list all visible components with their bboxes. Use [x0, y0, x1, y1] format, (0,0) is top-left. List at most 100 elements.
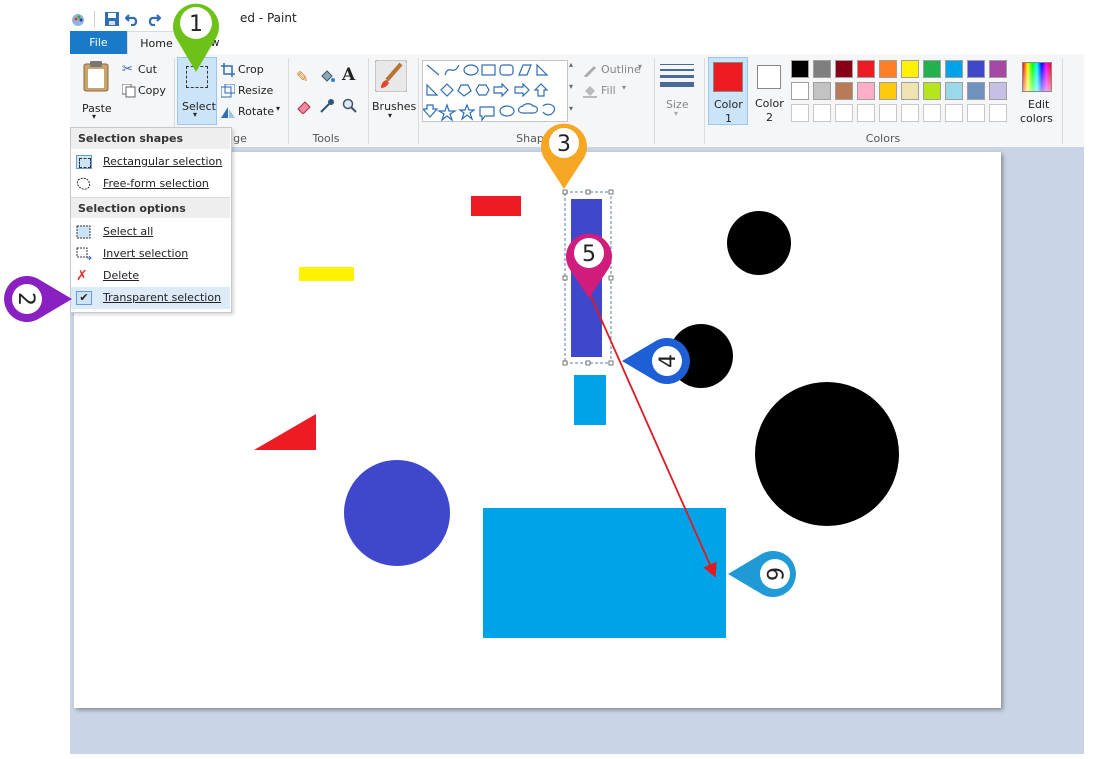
- fill-button[interactable]: Fill ▾: [583, 83, 629, 99]
- marker-2: 2: [4, 276, 73, 322]
- select-dropdown-menu: Selection shapes Rectangular selection F…: [70, 127, 232, 313]
- eraser-icon[interactable]: [296, 98, 312, 114]
- ribbon-tabs: File Home w: [70, 31, 1084, 55]
- palette-swatch[interactable]: [989, 60, 1007, 78]
- color2-label-line2: 2: [766, 111, 773, 124]
- palette-swatch[interactable]: [879, 82, 897, 100]
- black-circle-small-top[interactable]: [727, 211, 791, 275]
- palette-swatch[interactable]: [813, 60, 831, 78]
- palette-swatch[interactable]: [813, 82, 831, 100]
- undo-icon[interactable]: [124, 11, 140, 27]
- brushes-button[interactable]: Brushes ▾: [370, 58, 416, 124]
- palette-swatch[interactable]: [967, 82, 985, 100]
- tab-home[interactable]: Home: [127, 31, 186, 55]
- shapes-scroll-down-icon[interactable]: ▾: [569, 82, 573, 91]
- paint-app-icon[interactable]: [70, 11, 86, 27]
- paste-button[interactable]: Paste ▾: [78, 58, 114, 122]
- shapes-scroll-up-icon[interactable]: ▴: [569, 60, 573, 69]
- crop-button[interactable]: Crop: [221, 62, 267, 78]
- menu-transparent-selection[interactable]: ✔ Transparent selection: [71, 287, 230, 309]
- palette-swatch[interactable]: [989, 104, 1007, 122]
- yellow-rectangle-shape[interactable]: [299, 267, 354, 281]
- cyan-small-rectangle-shape[interactable]: [574, 375, 606, 425]
- palette-swatch[interactable]: [791, 104, 809, 122]
- palette-swatch[interactable]: [945, 82, 963, 100]
- black-circle-large[interactable]: [755, 382, 899, 526]
- black-circle-small-mid[interactable]: [669, 324, 733, 388]
- menu-freeform-selection[interactable]: Free-form selection: [71, 173, 230, 195]
- outline-dropdown-arrow[interactable]: ▾: [638, 62, 642, 71]
- redo-icon[interactable]: [146, 11, 162, 27]
- palette-swatch[interactable]: [945, 60, 963, 78]
- palette-swatch[interactable]: [835, 104, 853, 122]
- size-button[interactable]: Size ▾: [658, 58, 698, 124]
- text-tool-icon[interactable]: A: [342, 65, 355, 85]
- palette-swatch[interactable]: [879, 104, 897, 122]
- palette-swatch[interactable]: [857, 104, 875, 122]
- tab-file[interactable]: File: [70, 31, 127, 54]
- palette-swatch[interactable]: [967, 60, 985, 78]
- palette-swatch[interactable]: [901, 82, 919, 100]
- crop-label: Crop: [238, 63, 264, 76]
- palette-swatch[interactable]: [923, 82, 941, 100]
- menu-invert-selection[interactable]: Invert selection: [71, 243, 230, 265]
- resize-label: Resize: [238, 84, 274, 97]
- resize-button[interactable]: Resize: [221, 83, 273, 99]
- palette-swatch[interactable]: [967, 104, 985, 122]
- select-button[interactable]: Select ▾: [177, 57, 217, 125]
- shapes-scroll[interactable]: ▴ ▾ ▾: [568, 60, 578, 122]
- copy-button[interactable]: Copy: [122, 83, 172, 99]
- palette-swatch[interactable]: [857, 82, 875, 100]
- rect-selection-icon: [76, 155, 92, 169]
- outline-button[interactable]: Outline ▾: [583, 62, 645, 78]
- palette-swatch[interactable]: [945, 104, 963, 122]
- size-dropdown-arrow[interactable]: ▾: [674, 109, 678, 118]
- edit-colors-label-line1: Edit: [1028, 98, 1050, 111]
- shapes-gallery[interactable]: [421, 60, 568, 122]
- menu-select-all[interactable]: Select all: [71, 221, 230, 243]
- red-rectangle-shape[interactable]: [471, 196, 521, 216]
- rotate-dropdown-arrow[interactable]: ▾: [276, 104, 280, 113]
- paste-label: Paste: [82, 102, 112, 115]
- cut-button[interactable]: ✂ Cut: [122, 62, 168, 78]
- palette-swatch[interactable]: [857, 60, 875, 78]
- palette-swatch[interactable]: [923, 104, 941, 122]
- edit-colors-button[interactable]: Edit colors: [1018, 58, 1058, 126]
- cyan-large-rectangle-shape[interactable]: [483, 508, 726, 638]
- palette-swatch[interactable]: [791, 60, 809, 78]
- palette-swatch[interactable]: [989, 82, 1007, 100]
- color-picker-icon[interactable]: [319, 98, 335, 114]
- save-icon[interactable]: [104, 11, 120, 27]
- image-group-label: ge: [233, 132, 247, 145]
- color2-button[interactable]: Color 2: [750, 57, 788, 125]
- tab-view[interactable]: w: [195, 31, 235, 54]
- select-dropdown-arrow[interactable]: ▾: [193, 110, 197, 119]
- fill-dropdown-arrow[interactable]: ▾: [622, 83, 626, 92]
- outline-label: Outline: [601, 63, 641, 76]
- palette-swatch[interactable]: [901, 60, 919, 78]
- blue-bar-shape[interactable]: [571, 199, 602, 357]
- menu-rectangular-selection[interactable]: Rectangular selection: [71, 151, 230, 173]
- menu-delete[interactable]: ✗ Delete: [71, 265, 230, 287]
- rotate-button[interactable]: Rotate ▾: [221, 104, 283, 120]
- brushes-dropdown-arrow[interactable]: ▾: [388, 111, 392, 120]
- pencil-icon[interactable]: ✎: [296, 68, 309, 86]
- blue-circle-shape[interactable]: [344, 460, 450, 566]
- palette-swatch[interactable]: [791, 82, 809, 100]
- color1-button[interactable]: Color 1: [708, 57, 748, 125]
- shapes-expand-icon[interactable]: ▾: [569, 104, 573, 113]
- palette-swatch[interactable]: [879, 60, 897, 78]
- fill-bucket-icon[interactable]: [319, 68, 335, 84]
- paste-dropdown-arrow[interactable]: ▾: [92, 112, 96, 121]
- palette-swatch[interactable]: [901, 104, 919, 122]
- qa-divider: [94, 11, 95, 27]
- red-triangle-shape[interactable]: [254, 414, 316, 450]
- select-all-label: Select all: [103, 225, 154, 238]
- palette-swatch[interactable]: [923, 60, 941, 78]
- color-palette: [791, 60, 1016, 126]
- rainbow-icon: [1022, 62, 1052, 92]
- palette-swatch[interactable]: [813, 104, 831, 122]
- palette-swatch[interactable]: [835, 82, 853, 100]
- magnifier-icon[interactable]: [342, 98, 358, 114]
- palette-swatch[interactable]: [835, 60, 853, 78]
